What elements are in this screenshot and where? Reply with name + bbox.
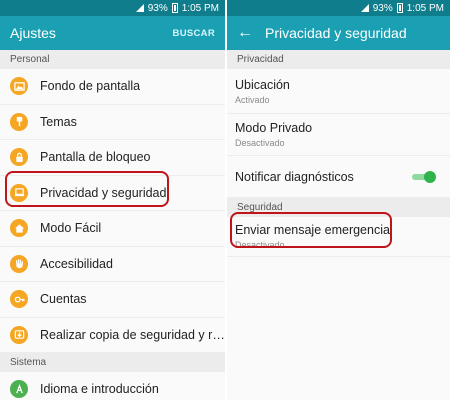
settings-item-easy-mode[interactable]: Modo Fácil — [0, 211, 225, 247]
settings-item-label: Accesibilidad — [40, 256, 113, 271]
status-time: 1:05 PM — [181, 2, 219, 14]
settings-pane: 93% 1:05 PM Ajustes BUSCAR Personal Fond… — [0, 0, 225, 400]
status-bar: 93% 1:05 PM — [227, 0, 450, 16]
privacy-security-pane: 93% 1:05 PM ← Privacidad y seguridad Pri… — [227, 0, 450, 400]
privacy-icon — [10, 183, 28, 202]
status-bar: 93% 1:05 PM — [0, 0, 225, 16]
key-icon — [10, 290, 28, 309]
setting-title: Modo Privado — [235, 121, 313, 135]
setting-title: Ubicación — [235, 77, 290, 92]
settings-item-lock-screen[interactable]: Pantalla de bloqueo — [0, 140, 225, 176]
diagnostics-toggle[interactable] — [410, 170, 436, 184]
settings-item-label: Temas — [40, 114, 77, 129]
settings-item-label: Cuentas — [40, 292, 87, 307]
setting-private-mode[interactable]: Modo Privado Desactivado — [227, 114, 450, 156]
settings-item-privacy[interactable]: Privacidad y seguridad — [0, 176, 225, 211]
app-bar: Ajustes BUSCAR — [0, 16, 225, 50]
wallpaper-icon — [10, 77, 28, 96]
battery-percent: 93% — [147, 2, 168, 14]
setting-title: Notificar diagnósticos — [235, 169, 354, 184]
backup-icon — [10, 325, 28, 344]
battery-icon — [171, 3, 178, 13]
brush-icon — [10, 112, 28, 131]
section-header-personal: Personal — [0, 50, 225, 69]
settings-item-language[interactable]: Idioma e introducción — [0, 372, 225, 400]
settings-item-label: Realizar copia de seguridad y res... — [40, 327, 225, 342]
setting-subtitle: Desactivado — [235, 138, 285, 148]
app-bar: ← Privacidad y seguridad — [227, 16, 450, 50]
settings-item-backup[interactable]: Realizar copia de seguridad y res... — [0, 318, 225, 353]
settings-item-accounts[interactable]: Cuentas — [0, 282, 225, 318]
page-title: Privacidad y seguridad — [265, 25, 407, 41]
toggle-thumb — [424, 170, 436, 183]
section-header-seguridad: Seguridad — [227, 198, 450, 217]
settings-item-label: Privacidad y seguridad — [40, 185, 167, 200]
home-icon — [10, 219, 28, 238]
settings-item-label: Idioma e introducción — [40, 382, 159, 397]
section-header-sistema: Sistema — [0, 353, 225, 372]
setting-emergency-message[interactable]: Enviar mensaje emergencia Desactivado — [227, 217, 450, 257]
back-arrow-icon[interactable]: ← — [237, 25, 253, 41]
settings-item-accessibility[interactable]: Accesibilidad — [0, 247, 225, 282]
settings-item-label: Fondo de pantalla — [40, 79, 141, 94]
battery-percent: 93% — [372, 2, 393, 14]
setting-title: Enviar mensaje emergencia — [235, 223, 390, 237]
page-title: Ajustes — [10, 25, 56, 41]
setting-subtitle: Activado — [235, 94, 270, 105]
lock-icon — [10, 148, 28, 167]
section-header-privacidad: Privacidad — [227, 50, 450, 69]
settings-item-wallpaper[interactable]: Fondo de pantalla — [0, 69, 225, 105]
status-time: 1:05 PM — [406, 2, 444, 14]
settings-item-themes[interactable]: Temas — [0, 105, 225, 140]
settings-item-label: Modo Fácil — [40, 221, 102, 236]
signal-icon — [360, 4, 369, 12]
signal-icon — [135, 4, 144, 12]
setting-subtitle: Desactivado — [235, 240, 285, 250]
setting-diagnostics[interactable]: Notificar diagnósticos — [227, 156, 450, 198]
settings-item-label: Pantalla de bloqueo — [40, 150, 151, 165]
battery-icon — [396, 3, 403, 13]
setting-location[interactable]: Ubicación Activado — [227, 69, 450, 114]
search-button[interactable]: BUSCAR — [173, 28, 215, 39]
language-icon — [10, 380, 28, 399]
hand-icon — [10, 254, 28, 273]
